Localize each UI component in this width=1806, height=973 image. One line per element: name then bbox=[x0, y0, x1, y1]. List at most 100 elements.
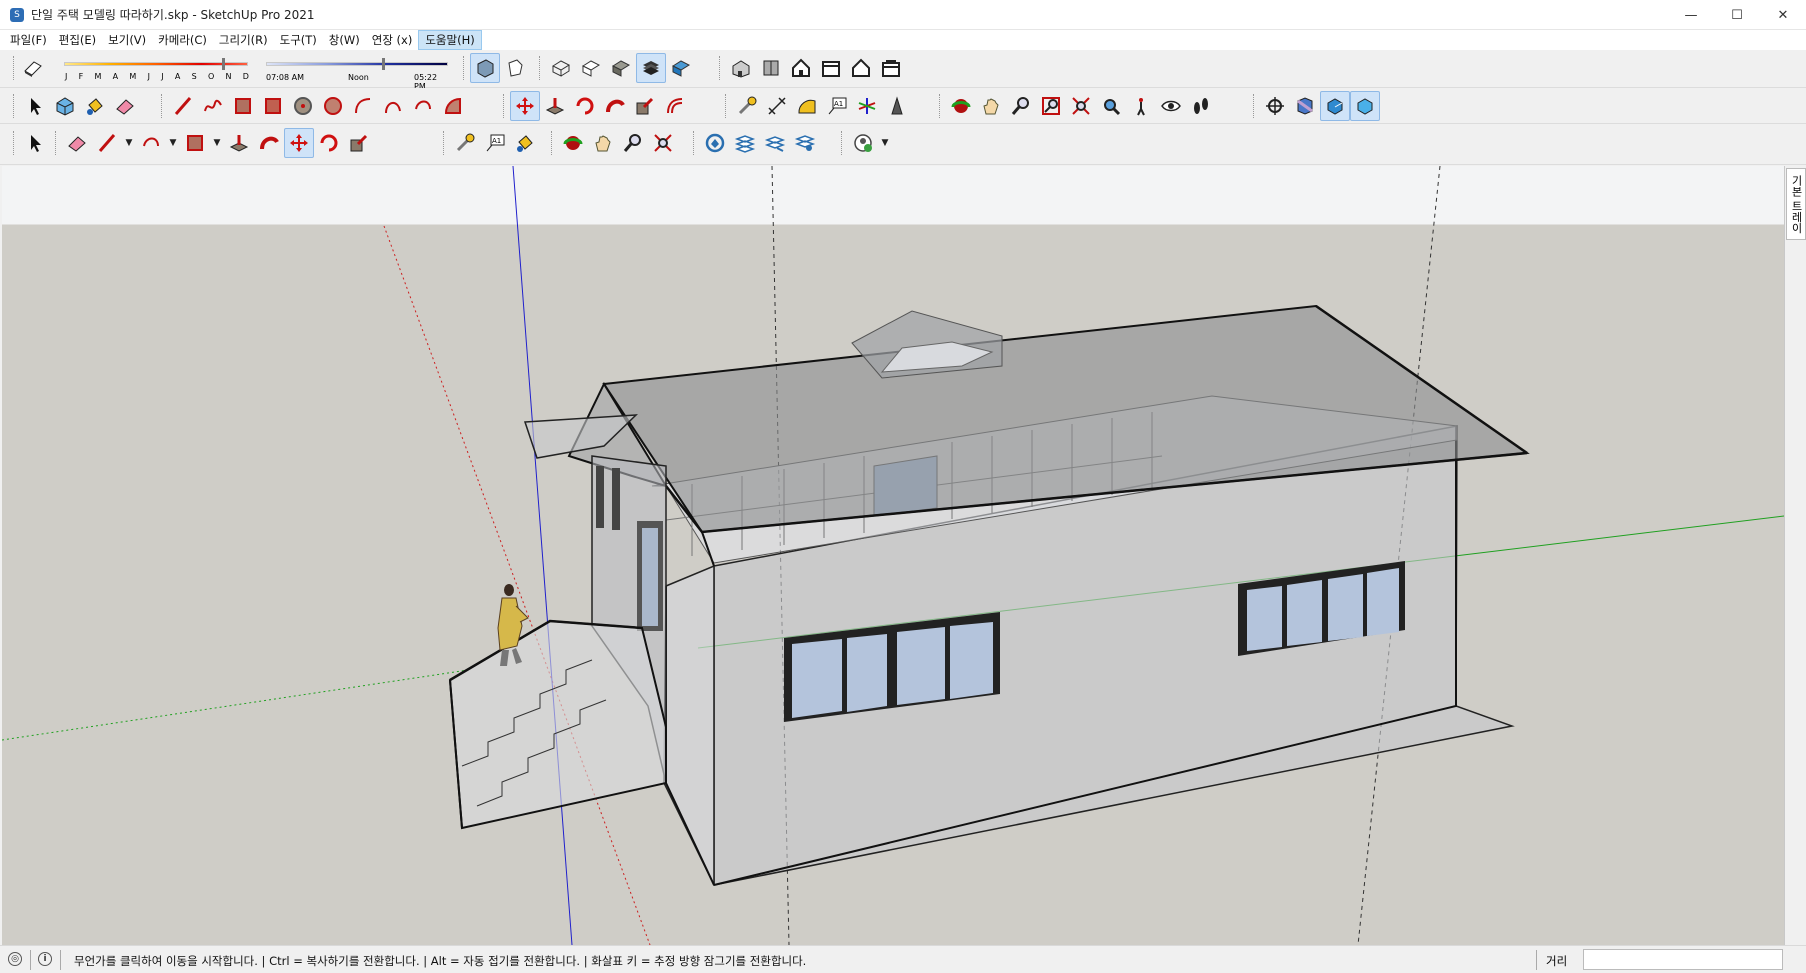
zoom-extents-icon[interactable] bbox=[648, 128, 678, 158]
arc-dropdown-icon[interactable]: ▼ bbox=[166, 128, 180, 158]
menu-window[interactable]: 창(W) bbox=[323, 31, 366, 49]
select-icon[interactable] bbox=[20, 91, 50, 121]
move-icon[interactable] bbox=[284, 128, 314, 158]
menu-camera[interactable]: 카메라(C) bbox=[152, 31, 213, 49]
follow-me-icon[interactable] bbox=[600, 91, 630, 121]
eraser-icon[interactable] bbox=[62, 128, 92, 158]
back-view-icon[interactable] bbox=[846, 53, 876, 83]
wireframe-icon[interactable] bbox=[546, 53, 576, 83]
iso-view-icon[interactable] bbox=[726, 53, 756, 83]
menu-help[interactable]: 도움말(H) bbox=[418, 30, 482, 50]
account-dropdown-icon[interactable]: ▼ bbox=[878, 128, 892, 158]
hidden-line-icon[interactable] bbox=[576, 53, 606, 83]
close-button[interactable]: ✕ bbox=[1760, 0, 1806, 30]
tape-measure-icon[interactable] bbox=[732, 91, 762, 121]
house-side-wall[interactable] bbox=[663, 564, 715, 886]
paint-bucket-icon[interactable] bbox=[80, 91, 110, 121]
three-point-arc-icon[interactable] bbox=[408, 91, 438, 121]
offset-icon[interactable] bbox=[660, 91, 690, 121]
menu-file[interactable]: 파일(F) bbox=[4, 31, 53, 49]
dimension-icon[interactable] bbox=[762, 91, 792, 121]
stair-balcony[interactable] bbox=[448, 619, 667, 830]
protractor-icon[interactable] bbox=[792, 91, 822, 121]
xray-style-icon[interactable] bbox=[470, 53, 500, 83]
component-icon[interactable] bbox=[50, 91, 80, 121]
rectangle-icon[interactable] bbox=[180, 128, 210, 158]
front-view-icon[interactable] bbox=[786, 53, 816, 83]
account-icon[interactable] bbox=[848, 128, 878, 158]
rotate-icon[interactable] bbox=[314, 128, 344, 158]
zoom-icon[interactable] bbox=[1006, 91, 1036, 121]
info-icon[interactable]: i bbox=[38, 952, 52, 966]
eraser-icon[interactable] bbox=[110, 91, 140, 121]
pan-icon[interactable] bbox=[976, 91, 1006, 121]
back-edges-icon[interactable] bbox=[500, 53, 530, 83]
menu-edit[interactable]: 편집(E) bbox=[53, 31, 102, 49]
layers-icon[interactable] bbox=[730, 128, 760, 158]
menu-extensions[interactable]: 연장 (x) bbox=[366, 31, 419, 49]
text-icon[interactable]: A1 bbox=[480, 128, 510, 158]
section-display-icon[interactable] bbox=[1290, 91, 1320, 121]
warehouse-icon[interactable] bbox=[700, 128, 730, 158]
rotate-icon[interactable] bbox=[570, 91, 600, 121]
maximize-button[interactable]: ☐ bbox=[1714, 0, 1760, 30]
extension-icon[interactable] bbox=[790, 128, 820, 158]
circle-icon[interactable] bbox=[288, 91, 318, 121]
zoom-extents-icon[interactable] bbox=[1066, 91, 1096, 121]
footprints-icon[interactable] bbox=[1186, 91, 1216, 121]
section-cut-icon[interactable] bbox=[1320, 91, 1350, 121]
rectangle-icon[interactable] bbox=[228, 91, 258, 121]
menu-tools[interactable]: 도구(T) bbox=[274, 31, 323, 49]
walk-icon[interactable] bbox=[1126, 91, 1156, 121]
line-icon[interactable] bbox=[168, 91, 198, 121]
shaded-icon[interactable] bbox=[606, 53, 636, 83]
select-icon[interactable] bbox=[20, 128, 50, 158]
geo-location-icon[interactable]: ◎ bbox=[8, 952, 22, 966]
pan-icon[interactable] bbox=[588, 128, 618, 158]
push-pull-icon[interactable] bbox=[540, 91, 570, 121]
tray-tab[interactable]: 기본 트레이 bbox=[1786, 168, 1806, 240]
rotated-rect-icon[interactable] bbox=[258, 91, 288, 121]
orbit-icon[interactable] bbox=[558, 128, 588, 158]
date-slider-handle[interactable] bbox=[222, 58, 225, 70]
measurements-input[interactable] bbox=[1583, 949, 1783, 970]
layer-manage-icon[interactable] bbox=[760, 128, 790, 158]
pencil-icon[interactable] bbox=[92, 128, 122, 158]
menu-view[interactable]: 보기(V) bbox=[102, 31, 152, 49]
freehand-icon[interactable] bbox=[198, 91, 228, 121]
position-camera-icon[interactable] bbox=[1096, 91, 1126, 121]
section-fill-icon[interactable] bbox=[1350, 91, 1380, 121]
3d-text-icon[interactable] bbox=[882, 91, 912, 121]
scale-icon[interactable] bbox=[630, 91, 660, 121]
orbit-icon[interactable] bbox=[946, 91, 976, 121]
section-plane-icon[interactable] bbox=[1260, 91, 1290, 121]
tape-measure-icon[interactable] bbox=[450, 128, 480, 158]
monochrome-icon[interactable] bbox=[666, 53, 696, 83]
shadow-date-slider[interactable]: JFMAMJJASOND bbox=[62, 56, 252, 86]
push-pull-icon[interactable] bbox=[224, 128, 254, 158]
scale-icon[interactable] bbox=[344, 128, 374, 158]
modeling-viewport[interactable] bbox=[2, 166, 1784, 945]
time-slider-handle[interactable] bbox=[382, 58, 385, 70]
shaded-textures-icon[interactable] bbox=[636, 53, 666, 83]
left-view-icon[interactable] bbox=[876, 53, 906, 83]
polygon-icon[interactable] bbox=[318, 91, 348, 121]
arc-icon[interactable] bbox=[348, 91, 378, 121]
shadow-time-slider[interactable]: 07:08 AM Noon 05:22 PM bbox=[264, 56, 450, 91]
axes-icon[interactable] bbox=[852, 91, 882, 121]
move-icon[interactable] bbox=[510, 91, 540, 121]
pencil-dropdown-icon[interactable]: ▼ bbox=[122, 128, 136, 158]
two-point-arc-icon[interactable] bbox=[378, 91, 408, 121]
zoom-window-icon[interactable] bbox=[1036, 91, 1066, 121]
menu-draw[interactable]: 그리기(R) bbox=[213, 31, 274, 49]
top-view-icon[interactable] bbox=[756, 53, 786, 83]
pie-icon[interactable] bbox=[438, 91, 468, 121]
text-icon[interactable]: A1 bbox=[822, 91, 852, 121]
minimize-button[interactable]: — bbox=[1668, 0, 1714, 30]
rectangle-dropdown-icon[interactable]: ▼ bbox=[210, 128, 224, 158]
zoom-icon[interactable] bbox=[618, 128, 648, 158]
offset-icon[interactable] bbox=[254, 128, 284, 158]
shadows-toggle-icon[interactable] bbox=[18, 53, 48, 83]
look-around-icon[interactable] bbox=[1156, 91, 1186, 121]
arc-icon[interactable] bbox=[136, 128, 166, 158]
